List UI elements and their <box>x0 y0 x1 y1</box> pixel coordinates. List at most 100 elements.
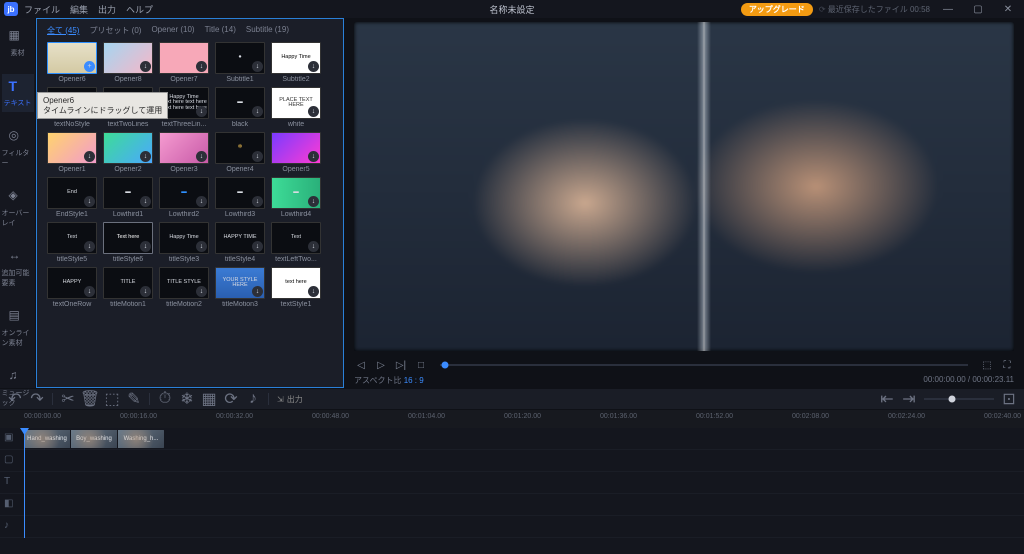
redo-button[interactable]: ↷ <box>30 392 44 406</box>
download-icon[interactable]: ↓ <box>196 151 207 162</box>
text-track[interactable]: T <box>0 472 1024 494</box>
sidetab-film[interactable]: ▦素材 <box>2 24 34 62</box>
audio-button[interactable]: ♪ <box>246 392 260 406</box>
download-icon[interactable]: ↓ <box>196 286 207 297</box>
library-item[interactable]: Text↓textLeftTwo... <box>271 222 321 263</box>
pip-track[interactable]: ▢ <box>0 450 1024 472</box>
close-icon[interactable]: ✕ <box>996 4 1020 15</box>
speed-button[interactable]: ⏱ <box>158 392 172 406</box>
rotate-button[interactable]: ⟳ <box>224 392 238 406</box>
filter-tab[interactable]: Opener (10) <box>151 25 194 36</box>
library-item[interactable]: Text↓titleStyle5 <box>47 222 97 263</box>
video-clips[interactable]: Hand_washingBoy_washingWashing_h... <box>24 430 165 448</box>
timeline-clip[interactable]: Boy_washing <box>71 430 117 448</box>
video-track[interactable]: ▣ Hand_washingBoy_washingWashing_h... <box>0 428 1024 450</box>
filter-tab[interactable]: Title (14) <box>205 25 236 36</box>
menu-help[interactable]: ヘルプ <box>126 3 153 16</box>
library-item[interactable]: ↓Opener7 <box>159 42 209 83</box>
add-icon[interactable]: + <box>84 61 95 72</box>
download-icon[interactable]: ↓ <box>252 106 263 117</box>
download-icon[interactable]: ↓ <box>252 286 263 297</box>
edit-button[interactable]: ✎ <box>127 392 141 406</box>
filter-track[interactable]: ◧ <box>0 494 1024 516</box>
library-item[interactable]: Happy Time↓titleStyle3 <box>159 222 209 263</box>
menu-file[interactable]: ファイル <box>24 3 60 16</box>
timeline-clip[interactable]: Washing_h... <box>118 430 164 448</box>
download-icon[interactable]: ↓ <box>84 151 95 162</box>
library-item[interactable]: ▬↓Lowthird3 <box>215 177 265 218</box>
download-icon[interactable]: ↓ <box>308 61 319 72</box>
download-icon[interactable]: ↓ <box>196 61 207 72</box>
undo-button[interactable]: ↶ <box>8 392 22 406</box>
seek-handle[interactable] <box>442 362 449 369</box>
library-item[interactable]: ▬↓Lowthird4 <box>271 177 321 218</box>
filter-tab[interactable]: Subtitle (19) <box>246 25 289 36</box>
playhead[interactable] <box>24 428 25 538</box>
sidetab-overlay[interactable]: ◈オーバーレイ <box>2 184 34 232</box>
download-icon[interactable]: ↓ <box>252 61 263 72</box>
timeline-ruler[interactable]: 00:00:00.0000:00:16.0000:00:32.0000:00:4… <box>0 410 1024 428</box>
sidetab-store[interactable]: ▤オンライン素材 <box>2 304 34 352</box>
play-button[interactable]: ▷ <box>374 358 388 372</box>
download-icon[interactable]: ↓ <box>140 241 151 252</box>
download-icon[interactable]: ↓ <box>308 241 319 252</box>
library-item[interactable]: YOUR STYLE HERE↓titleMotion3 <box>215 267 265 308</box>
library-item[interactable]: ↓Opener3 <box>159 132 209 173</box>
filter-tab[interactable]: 全て (45) <box>47 25 79 36</box>
next-frame-button[interactable]: ▷| <box>394 358 408 372</box>
zoom-end-button[interactable]: ⇥ <box>902 392 916 406</box>
library-item[interactable]: ▬↓Lowthird1 <box>103 177 153 218</box>
library-item[interactable]: ▬↓Lowthird2 <box>159 177 209 218</box>
prev-frame-button[interactable]: ◁ <box>354 358 368 372</box>
download-icon[interactable]: ↓ <box>196 106 207 117</box>
download-icon[interactable]: ↓ <box>308 106 319 117</box>
split-button[interactable]: ✂ <box>61 392 75 406</box>
download-icon[interactable]: ↓ <box>140 196 151 207</box>
seek-bar[interactable] <box>440 364 968 366</box>
library-item[interactable]: TITLE↓titleMotion1 <box>103 267 153 308</box>
download-icon[interactable]: ↓ <box>140 151 151 162</box>
download-icon[interactable]: ↓ <box>196 241 207 252</box>
snapshot-button[interactable]: ⬚ <box>980 358 994 372</box>
library-item[interactable]: Happy Time↓Subtitle2 <box>271 42 321 83</box>
library-item[interactable]: HAPPY↓textOneRow <box>47 267 97 308</box>
sidetab-T[interactable]: Tテキスト <box>2 74 34 112</box>
stop-button[interactable]: □ <box>414 358 428 372</box>
library-item[interactable]: End↓EndStyle1 <box>47 177 97 218</box>
download-icon[interactable]: ↓ <box>252 196 263 207</box>
menu-edit[interactable]: 編集 <box>70 3 88 16</box>
mosaic-button[interactable]: ▦ <box>202 392 216 406</box>
crop-button[interactable]: ⬚ <box>105 392 119 406</box>
aspect-value[interactable]: 16 : 9 <box>404 376 424 385</box>
download-icon[interactable]: ↓ <box>84 196 95 207</box>
upgrade-button[interactable]: アップグレード <box>741 3 813 16</box>
download-icon[interactable]: ↓ <box>252 241 263 252</box>
download-icon[interactable]: ↓ <box>196 196 207 207</box>
minimize-icon[interactable]: — <box>936 4 960 15</box>
download-icon[interactable]: ↓ <box>140 61 151 72</box>
export-button[interactable]: ⇲ 出力 <box>277 394 303 405</box>
menu-output[interactable]: 出力 <box>98 3 116 16</box>
maximize-icon[interactable]: ▢ <box>966 4 990 15</box>
delete-button[interactable]: 🗑 <box>83 392 97 406</box>
library-item[interactable]: HAPPY TIME↓titleStyle4 <box>215 222 265 263</box>
download-icon[interactable]: ↓ <box>308 196 319 207</box>
library-item[interactable]: Text here↓titleStyle6 <box>103 222 153 263</box>
fullscreen-button[interactable]: ⛶ <box>1000 358 1014 372</box>
freeze-button[interactable]: ❄ <box>180 392 194 406</box>
library-item[interactable]: PLACE TEXT HERE↓white <box>271 87 321 128</box>
library-item[interactable]: ↓Opener2 <box>103 132 153 173</box>
sidetab-arrows[interactable]: ↔追加可能要素 <box>2 244 34 292</box>
zoom-start-button[interactable]: ⇤ <box>880 392 894 406</box>
sidetab-filter[interactable]: ◎フィルター <box>2 124 34 172</box>
library-item[interactable]: ▬↓black <box>215 87 265 128</box>
audio-track[interactable]: ♪ <box>0 516 1024 538</box>
library-item[interactable]: ●↓Subtitle1 <box>215 42 265 83</box>
download-icon[interactable]: ↓ <box>252 151 263 162</box>
download-icon[interactable]: ↓ <box>140 286 151 297</box>
download-icon[interactable]: ↓ <box>308 286 319 297</box>
zoom-handle[interactable] <box>949 396 956 403</box>
library-item[interactable]: ↓Opener5 <box>271 132 321 173</box>
library-item[interactable]: text here↓textStyle1 <box>271 267 321 308</box>
library-item[interactable]: +Opener6 <box>47 42 97 83</box>
